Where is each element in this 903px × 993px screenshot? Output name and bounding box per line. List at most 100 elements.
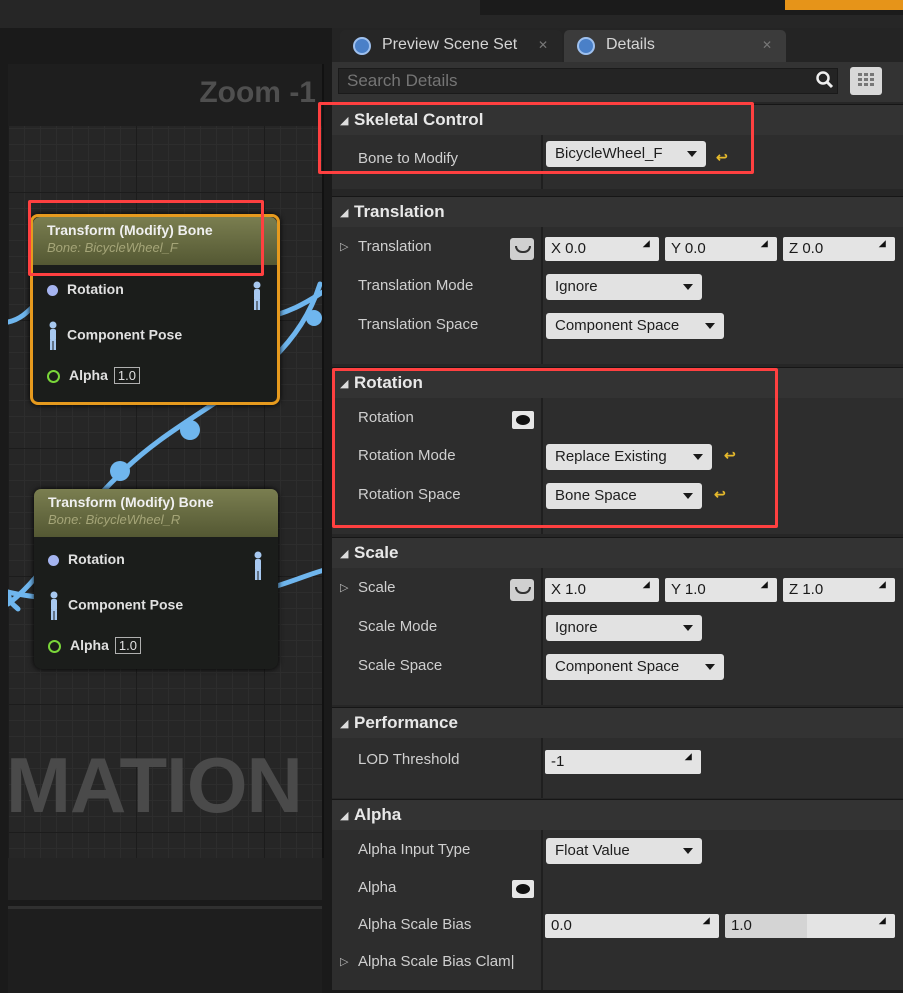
alpha-pin-icon	[48, 639, 61, 653]
pin-component-pose[interactable]: Component Pose	[47, 321, 182, 351]
dropdown-value: Component Space	[555, 658, 680, 675]
field-value: X 1.0	[551, 581, 587, 598]
anim-graph-panel[interactable]: Zoom -1 Transform (Modify) Bone Bone: Bi…	[8, 64, 324, 858]
drag-icon	[760, 581, 772, 592]
row-scale: ▷ Scale X 1.0 Y 1.0 Z 1.0	[332, 570, 903, 608]
component-pose-pin-icon	[49, 321, 57, 350]
property-label: LOD Threshold	[358, 751, 460, 768]
field-value: -1	[551, 753, 565, 770]
expand-icon[interactable]: ▷	[340, 581, 348, 594]
drag-icon	[702, 917, 714, 928]
collapse-icon: ◢	[340, 548, 349, 560]
tab-details[interactable]: Details ✕	[564, 30, 786, 62]
alpha-value-box[interactable]: 1.0	[114, 637, 141, 654]
translation-y-field[interactable]: Y 0.0	[665, 237, 777, 261]
lod-threshold-field[interactable]: -1	[545, 750, 701, 774]
drag-icon	[642, 240, 654, 251]
alpha-input-type-dropdown[interactable]: Float Value	[546, 838, 702, 864]
property-label: Translation Space	[358, 316, 479, 333]
graph-wires	[8, 281, 322, 612]
pin-rotation[interactable]: Rotation	[48, 551, 125, 567]
close-icon[interactable]: ✕	[538, 38, 548, 52]
category-performance[interactable]: ◢ Performance	[332, 707, 903, 738]
row-alpha-scale-bias-clamp: ▷ Alpha Scale Bias Clam|	[332, 944, 903, 982]
pin-label: Rotation	[68, 551, 125, 567]
category-translation[interactable]: ◢ Translation	[332, 196, 903, 227]
property-label: Scale	[358, 579, 396, 596]
row-translation-space: Translation Space Component Space	[332, 307, 903, 345]
pin-alpha[interactable]: Alpha 1.0	[47, 367, 140, 384]
rotation-pin-icon	[47, 284, 58, 296]
pin-component-pose[interactable]: Component Pose	[48, 591, 183, 621]
scale-space-dropdown[interactable]: Component Space	[546, 654, 724, 680]
scale-y-field[interactable]: Y 1.0	[665, 578, 777, 602]
translation-x-field[interactable]: X 0.0	[545, 237, 659, 261]
scale-mode-dropdown[interactable]: Ignore	[546, 615, 702, 641]
field-value: 1.0	[731, 917, 752, 934]
field-value: Y 0.0	[671, 240, 706, 257]
graph-watermark: MATION	[8, 741, 303, 829]
pin-label: Component Pose	[67, 326, 183, 343]
close-icon[interactable]: ✕	[762, 38, 772, 52]
node-subtitle: Bone: BicycleWheel_R	[48, 512, 181, 527]
dropdown-value: Ignore	[555, 278, 598, 295]
row-alpha-input-type: Alpha Input Type Float Value	[332, 832, 903, 870]
row-scale-space: Scale Space Component Space	[332, 648, 903, 686]
search-input[interactable]	[338, 68, 838, 94]
drag-icon	[878, 581, 890, 592]
output-pose-pin-icon[interactable]	[252, 551, 264, 581]
component-pose-pin-icon	[50, 591, 58, 620]
category-label: Scale	[354, 543, 399, 562]
pin-label: Alpha	[70, 637, 109, 653]
pin-label: Rotation	[67, 281, 124, 297]
field-value: 0.0	[551, 917, 572, 934]
dropdown-value: Component Space	[555, 317, 680, 334]
pin-alpha[interactable]: Alpha 1.0	[48, 637, 141, 654]
vector-options-icon[interactable]	[510, 238, 534, 260]
field-value: X 0.0	[551, 240, 587, 257]
translation-z-field[interactable]: Z 0.0	[783, 237, 895, 261]
row-lod-threshold: LOD Threshold -1	[332, 742, 903, 780]
collapse-icon: ◢	[340, 810, 349, 822]
category-label: Performance	[354, 713, 458, 732]
translation-mode-dropdown[interactable]: Ignore	[546, 274, 702, 300]
alpha-pin-icon	[47, 369, 60, 383]
alpha-scale-bias-max-field[interactable]: 1.0	[725, 914, 895, 938]
node-title: Transform (Modify) Bone	[48, 494, 214, 510]
expand-icon[interactable]: ▷	[340, 955, 348, 968]
pin-rotation[interactable]: Rotation	[47, 281, 124, 297]
scale-x-field[interactable]: X 1.0	[545, 578, 659, 602]
details-tab-bar: Preview Scene Set ✕ Details ✕	[332, 28, 903, 62]
scale-z-field[interactable]: Z 1.0	[783, 578, 895, 602]
tab-label: Preview Scene Set	[382, 36, 518, 53]
pin-label: Component Pose	[68, 596, 184, 613]
search-icon[interactable]	[816, 71, 834, 89]
chevron-down-icon	[683, 625, 693, 631]
pin-visibility-eye-icon[interactable]	[512, 880, 534, 898]
category-label: Translation	[354, 202, 445, 221]
performance-body: LOD Threshold -1	[332, 738, 903, 798]
tab-preview-scene-set[interactable]: Preview Scene Set ✕	[340, 30, 562, 62]
translation-space-dropdown[interactable]: Component Space	[546, 313, 724, 339]
output-pose-pin-icon[interactable]	[251, 281, 263, 311]
property-matrix-icon[interactable]	[850, 67, 882, 95]
chevron-down-icon	[705, 323, 715, 329]
transform-bone-node-rear[interactable]: Transform (Modify) Bone Bone: BicycleWhe…	[34, 489, 278, 669]
alpha-scale-bias-min-field[interactable]: 0.0	[545, 914, 719, 938]
drag-icon	[878, 240, 890, 251]
wire-reroute-2	[110, 461, 130, 481]
translation-body: ▷ Translation X 0.0 Y 0.0 Z 0.0 Translat…	[332, 227, 903, 364]
property-label: Alpha Scale Bias Clam|	[358, 953, 515, 970]
vector-options-icon[interactable]	[510, 579, 534, 601]
category-scale[interactable]: ◢ Scale	[332, 537, 903, 568]
dropdown-value: Float Value	[555, 842, 630, 859]
alpha-value-box[interactable]: 1.0	[113, 367, 140, 384]
property-label: Alpha	[358, 879, 397, 896]
property-label: Alpha Input Type	[358, 841, 471, 858]
category-alpha[interactable]: ◢ Alpha	[332, 799, 903, 830]
drag-icon	[878, 917, 890, 928]
category-label: Alpha	[354, 805, 402, 824]
search-row	[332, 62, 903, 102]
expand-icon[interactable]: ▷	[340, 240, 348, 253]
property-label: Scale Mode	[358, 618, 438, 635]
